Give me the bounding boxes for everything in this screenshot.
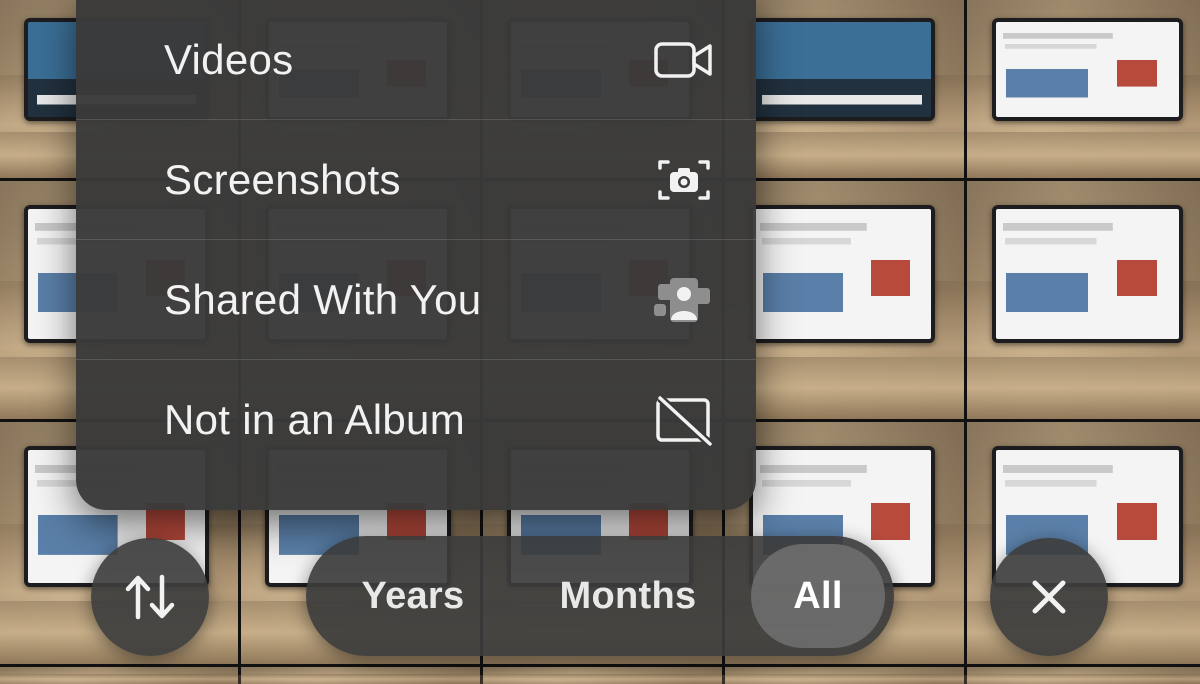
segment-years[interactable]: Years bbox=[334, 536, 492, 656]
menu-item-not-in-an-album[interactable]: Not in an Album bbox=[76, 360, 756, 479]
segment-months[interactable]: Months bbox=[540, 536, 716, 656]
menu-item-label: Shared With You bbox=[164, 275, 482, 323]
photo-thumbnail[interactable] bbox=[967, 0, 1200, 178]
filter-menu: Videos Screenshots Shared With You Not i… bbox=[76, 0, 756, 510]
screenshot-camera-icon bbox=[652, 154, 716, 206]
photo-thumbnail[interactable] bbox=[967, 667, 1200, 684]
menu-item-videos[interactable]: Videos bbox=[76, 0, 756, 120]
segment-all[interactable]: All bbox=[751, 544, 885, 648]
menu-item-label: Screenshots bbox=[164, 155, 401, 203]
photo-thumbnail[interactable] bbox=[725, 0, 964, 178]
photo-thumbnail[interactable] bbox=[483, 667, 722, 684]
photo-thumbnail[interactable] bbox=[967, 181, 1200, 419]
photo-thumbnail[interactable] bbox=[725, 667, 964, 684]
menu-item-shared-with-you[interactable]: Shared With You bbox=[76, 240, 756, 360]
sort-arrows-icon bbox=[125, 574, 175, 620]
menu-item-label: Not in an Album bbox=[164, 395, 466, 443]
menu-item-label: Videos bbox=[164, 35, 294, 83]
video-camera-icon bbox=[652, 34, 716, 86]
close-button[interactable] bbox=[990, 538, 1108, 656]
photo-thumbnail[interactable] bbox=[0, 667, 238, 684]
album-slash-icon bbox=[652, 394, 716, 447]
menu-item-screenshots[interactable]: Screenshots bbox=[76, 120, 756, 240]
photo-thumbnail[interactable] bbox=[241, 667, 480, 684]
shared-with-you-icon bbox=[652, 274, 716, 326]
sort-button[interactable] bbox=[91, 538, 209, 656]
time-range-segmented-control: Years Months All bbox=[306, 536, 894, 656]
close-x-icon bbox=[1032, 580, 1066, 614]
photo-thumbnail[interactable] bbox=[725, 181, 964, 419]
